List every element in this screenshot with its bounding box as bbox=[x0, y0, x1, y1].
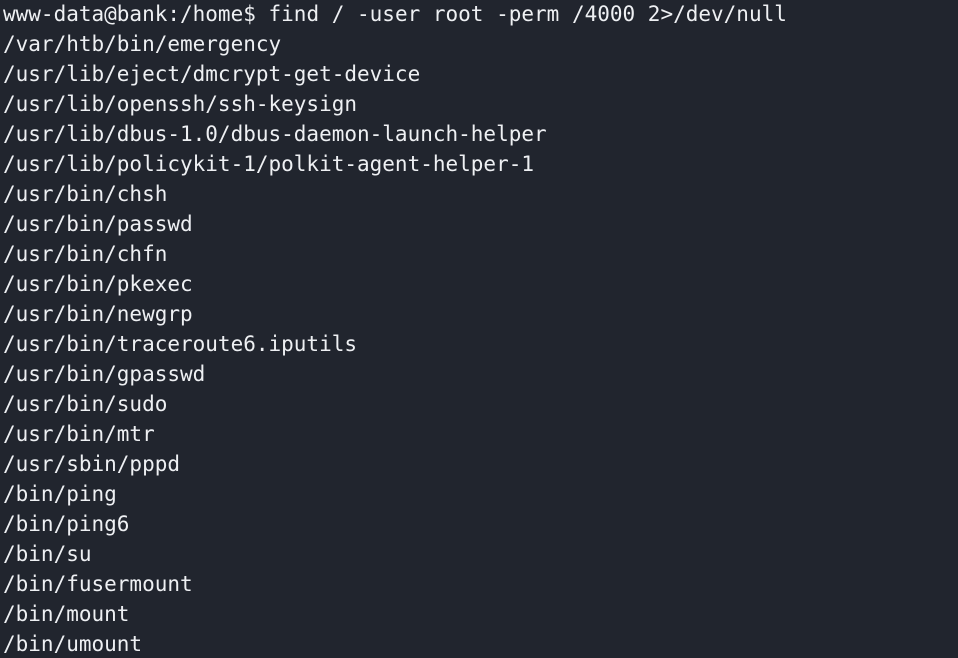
output-line: /bin/su bbox=[3, 542, 92, 566]
shell-prompt: www-data@bank:/home$ bbox=[3, 2, 269, 26]
output-line: /usr/bin/chfn bbox=[3, 242, 168, 266]
output-line: /bin/umount bbox=[3, 632, 143, 656]
output-line: /usr/bin/sudo bbox=[3, 392, 168, 416]
output-line: /usr/lib/policykit-1/polkit-agent-helper… bbox=[3, 152, 535, 176]
output-line: /bin/fusermount bbox=[3, 572, 193, 596]
terminal-window[interactable]: www-data@bank:/home$ find / -user root -… bbox=[0, 0, 958, 658]
command-line: www-data@bank:/home$ find / -user root -… bbox=[3, 0, 958, 29]
output-line: /usr/bin/traceroute6.iputils bbox=[3, 332, 358, 356]
output-line: /usr/bin/newgrp bbox=[3, 302, 193, 326]
output-line: /usr/bin/chsh bbox=[3, 182, 168, 206]
output-line: /usr/sbin/pppd bbox=[3, 452, 181, 476]
output-line: /usr/bin/gpasswd bbox=[3, 362, 206, 386]
output-line: /bin/ping6 bbox=[3, 512, 130, 536]
output-line: /usr/lib/dbus-1.0/dbus-daemon-launch-hel… bbox=[3, 122, 547, 146]
output-line: /var/htb/bin/emergency bbox=[3, 32, 282, 56]
output-line: /bin/mount bbox=[3, 602, 130, 626]
output-line: /usr/bin/mtr bbox=[3, 422, 155, 446]
command-text: find / -user root -perm /4000 2>/dev/nul… bbox=[268, 2, 787, 26]
output-line: /bin/ping bbox=[3, 482, 117, 506]
command-output: /var/htb/bin/emergency /usr/lib/eject/dm… bbox=[3, 29, 958, 658]
output-line: /usr/lib/openssh/ssh-keysign bbox=[3, 92, 358, 116]
output-line: /usr/bin/passwd bbox=[3, 212, 193, 236]
output-line: /usr/bin/pkexec bbox=[3, 272, 193, 296]
output-line: /usr/lib/eject/dmcrypt-get-device bbox=[3, 62, 421, 86]
